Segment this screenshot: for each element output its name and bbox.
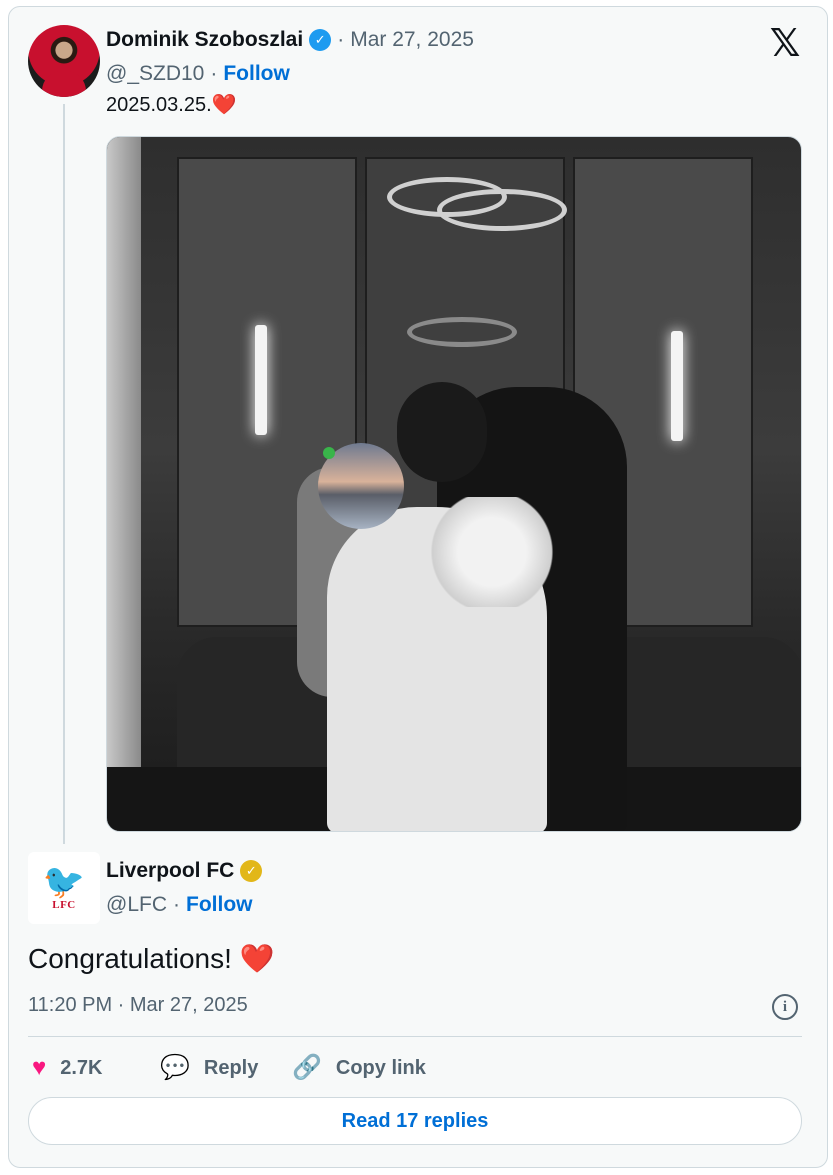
reply-author-handle[interactable]: @LFC [106, 893, 167, 917]
author-name[interactable]: Dominik Szoboszlai [106, 28, 303, 52]
reply-timestamp[interactable]: 11:20 PM · Mar 27, 2025 [28, 994, 248, 1017]
photo-wall-light [255, 325, 267, 435]
tweet-text-body: 2025.03.25. [106, 94, 212, 116]
reply-handle-separator: · [173, 893, 180, 916]
original-tweet-text: 2025.03.25.❤️ [106, 92, 237, 117]
original-tweet-author-row: Dominik Szoboszlai ✓ · Mar 27, 2025 [106, 28, 474, 52]
reply-author-name[interactable]: Liverpool FC [106, 859, 234, 883]
reply-text-body: Congratulations! [28, 943, 232, 974]
photo-man-head [397, 382, 487, 482]
photo-wall-light [671, 331, 683, 441]
avatar-liverpool-fc[interactable]: 🐦 LFC [28, 852, 100, 924]
liverbird-icon: 🐦 [42, 862, 86, 902]
copy-link-button[interactable]: 🔗 Copy link [292, 1053, 426, 1083]
photo-chandelier-ring [437, 189, 567, 231]
reply-tweet-text: Congratulations! ❤️ [28, 942, 275, 975]
red-heart-icon: ❤️ [211, 94, 237, 116]
red-heart-icon: ❤️ [239, 943, 275, 974]
tweet-photo[interactable] [106, 136, 802, 832]
copy-link-label: Copy link [335, 1056, 426, 1079]
date-separator: · [337, 28, 345, 51]
reply-tweet-author-row: Liverpool FC ✓ [106, 859, 263, 883]
photo-feather-sleeve [427, 497, 557, 607]
blue-verified-icon: ✓ [309, 29, 332, 51]
tweet-date[interactable]: Mar 27, 2025 [350, 28, 474, 52]
speech-bubble-icon: 💬 [160, 1054, 190, 1081]
thread-connector-line [63, 104, 65, 844]
gold-verified-icon: ✓ [240, 860, 263, 882]
like-count: 2.7K [60, 1056, 103, 1079]
original-tweet-handle-row: @_SZD10 · Follow [106, 62, 290, 86]
avatar-dominik-szoboszlai[interactable] [28, 25, 100, 97]
photo-green-dot [323, 447, 335, 459]
reply-tweet-handle-row: @LFC · Follow [106, 893, 253, 917]
reply-button[interactable]: 💬 Reply [160, 1053, 258, 1083]
photo-marble-wall [107, 137, 141, 831]
actions-divider [28, 1036, 802, 1037]
photo-chandelier-reflection [407, 317, 517, 347]
reply-label: Reply [203, 1056, 259, 1079]
handle-separator: · [210, 62, 218, 85]
x-logo-icon[interactable]: 𝕏 [768, 24, 802, 62]
author-handle[interactable]: @_SZD10 [106, 62, 204, 86]
heart-icon: ♥ [32, 1054, 47, 1081]
read-replies-button[interactable]: Read 17 replies [28, 1097, 802, 1145]
follow-button[interactable]: Follow [223, 62, 290, 86]
like-button[interactable]: ♥ 2.7K [32, 1053, 103, 1083]
reply-follow-button[interactable]: Follow [186, 893, 253, 917]
lfc-crest-text: LFC [52, 899, 76, 911]
link-icon: 🔗 [292, 1054, 322, 1081]
info-icon[interactable]: i [772, 994, 798, 1020]
